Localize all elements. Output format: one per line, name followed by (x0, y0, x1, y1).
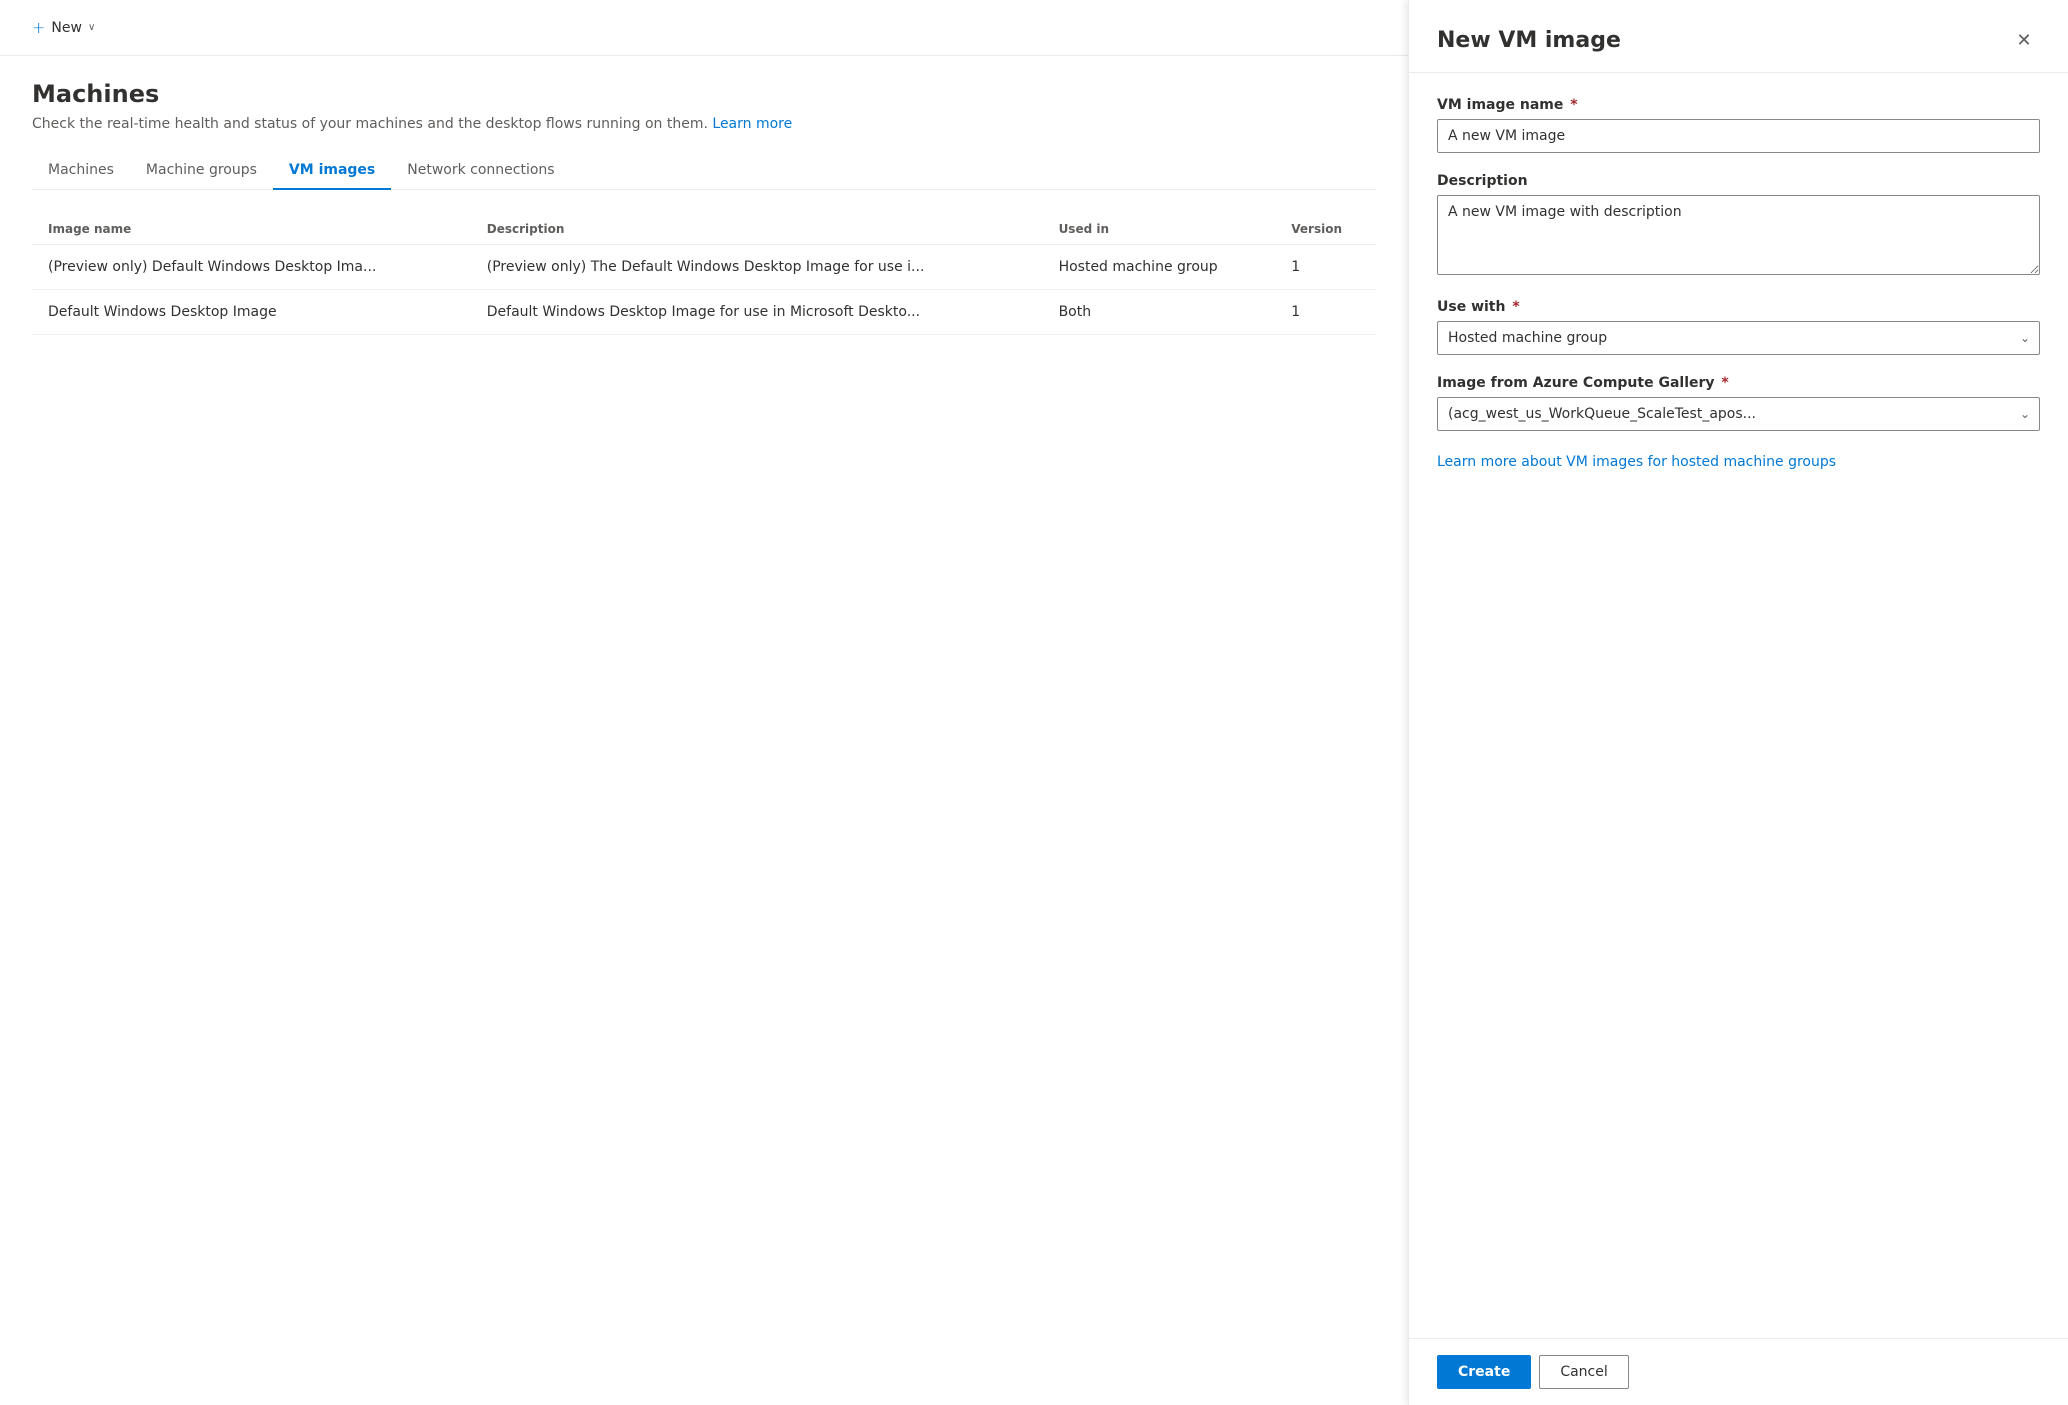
table-row[interactable]: Default Windows Desktop Image Default Wi… (32, 290, 1376, 335)
description-label: Description (1437, 173, 2040, 189)
col-image-name: Image name (32, 214, 471, 245)
tabs-container: Machines Machine groups VM images Networ… (32, 152, 1376, 190)
top-bar: + New ∨ (0, 0, 1408, 56)
side-panel: New VM image ✕ VM image name * Descripti… (1408, 0, 2068, 1405)
use-with-field: Use with * Hosted machine group Both ⌄ (1437, 299, 2040, 355)
table-row[interactable]: (Preview only) Default Windows Desktop I… (32, 245, 1376, 290)
description-field: Description A new VM image with descript… (1437, 173, 2040, 279)
vm-image-name-field: VM image name * (1437, 97, 2040, 153)
vm-image-name-label: VM image name * (1437, 97, 2040, 113)
row2-image-name: Default Windows Desktop Image (32, 290, 471, 335)
vm-images-info-link[interactable]: Learn more about VM images for hosted ma… (1437, 454, 1836, 470)
close-icon: ✕ (2016, 30, 2031, 51)
image-acg-field: Image from Azure Compute Gallery * (acg_… (1437, 375, 2040, 431)
col-used-in: Used in (1043, 214, 1276, 245)
create-button[interactable]: Create (1437, 1355, 1531, 1389)
tab-vm-images[interactable]: VM images (273, 152, 391, 190)
tab-machines[interactable]: Machines (32, 152, 130, 190)
description-textarea[interactable]: A new VM image with description (1437, 195, 2040, 275)
close-panel-button[interactable]: ✕ (2008, 24, 2040, 56)
panel-body: VM image name * Description A new VM ima… (1409, 73, 2068, 1338)
image-acg-select-wrapper: (acg_west_us_WorkQueue_ScaleTest_apos...… (1437, 397, 2040, 431)
panel-footer: Create Cancel (1409, 1338, 2068, 1405)
use-with-select[interactable]: Hosted machine group Both (1437, 321, 2040, 355)
image-acg-select[interactable]: (acg_west_us_WorkQueue_ScaleTest_apos... (1437, 397, 2040, 431)
row2-used-in: Both (1043, 290, 1276, 335)
col-version: Version (1275, 214, 1376, 245)
page-title: Machines (32, 80, 1376, 108)
info-link-container: Learn more about VM images for hosted ma… (1437, 451, 2040, 473)
learn-more-link[interactable]: Learn more (712, 116, 792, 132)
use-with-select-wrapper: Hosted machine group Both ⌄ (1437, 321, 2040, 355)
row1-used-in: Hosted machine group (1043, 245, 1276, 290)
panel-header: New VM image ✕ (1409, 0, 2068, 73)
image-acg-label: Image from Azure Compute Gallery * (1437, 375, 2040, 391)
required-star: * (1570, 97, 1577, 113)
row1-description: (Preview only) The Default Windows Deskt… (471, 245, 1043, 290)
plus-icon: + (32, 18, 45, 37)
new-button[interactable]: + New ∨ (24, 14, 103, 41)
required-star: * (1721, 375, 1728, 391)
vm-image-name-input[interactable] (1437, 119, 2040, 153)
use-with-label: Use with * (1437, 299, 2040, 315)
cancel-button[interactable]: Cancel (1539, 1355, 1628, 1389)
panel-title: New VM image (1437, 28, 1621, 53)
row1-image-name: (Preview only) Default Windows Desktop I… (32, 245, 471, 290)
new-button-label: New (51, 20, 82, 36)
page-content: Machines Check the real-time health and … (0, 56, 1408, 1405)
tab-machine-groups[interactable]: Machine groups (130, 152, 273, 190)
vm-images-table: Image name Description Used in Version (… (32, 214, 1376, 335)
row2-version: 1 (1275, 290, 1376, 335)
row2-description: Default Windows Desktop Image for use in… (471, 290, 1043, 335)
col-description: Description (471, 214, 1043, 245)
page-subtitle: Check the real-time health and status of… (32, 116, 1376, 132)
required-star: * (1512, 299, 1519, 315)
row1-version: 1 (1275, 245, 1376, 290)
tab-network-connections[interactable]: Network connections (391, 152, 570, 190)
chevron-down-icon: ∨ (88, 22, 95, 33)
